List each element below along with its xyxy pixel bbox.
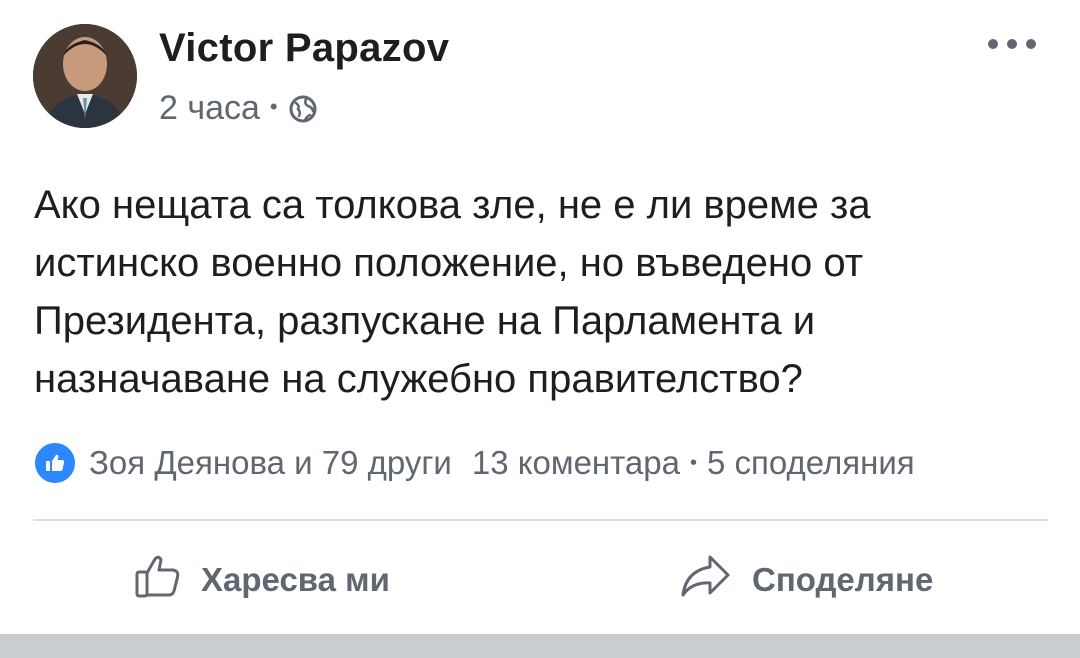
like-button[interactable]: Харесва ми — [133, 540, 390, 620]
share-arrow-icon — [678, 551, 734, 609]
more-options-icon[interactable] — [988, 26, 1036, 62]
avatar[interactable] — [33, 24, 137, 128]
avatar-photo — [33, 24, 137, 128]
post-timestamp[interactable]: 2 часа — [159, 89, 260, 128]
post-text: Ако нещата са толкова зле, не е ли време… — [34, 183, 871, 401]
like-icon[interactable] — [33, 441, 77, 485]
reactors-text[interactable]: Зоя Деянова и 79 други — [89, 444, 452, 482]
feed-separator — [0, 634, 1080, 658]
share-button-label: Споделяне — [752, 561, 934, 598]
more-dot — [1026, 39, 1036, 49]
post-stats: 13 коментара • 5 споделяния — [472, 444, 915, 482]
thumbs-up-icon — [133, 551, 183, 609]
divider — [33, 519, 1048, 521]
shares-count[interactable]: 5 споделяния — [707, 444, 915, 482]
comments-count[interactable]: 13 коментара — [472, 444, 680, 482]
reactions-bar: Зоя Деянова и 79 други 13 коментара • 5 … — [33, 440, 1048, 486]
like-button-label: Харесва ми — [201, 561, 390, 598]
stats-separator: • — [689, 451, 697, 474]
more-dot — [1007, 39, 1017, 49]
author-name[interactable]: Victor Papazov — [159, 26, 449, 71]
facebook-post: Victor Papazov 2 часа • Ако нещата са то… — [0, 0, 1080, 658]
globe-icon[interactable] — [288, 94, 318, 124]
more-dot — [988, 39, 998, 49]
share-button[interactable]: Споделяне — [678, 540, 933, 620]
meta-separator: • — [269, 93, 278, 119]
action-bar: Харесва ми Споделяне — [0, 540, 1080, 620]
post-meta: 2 часа • — [159, 89, 318, 128]
